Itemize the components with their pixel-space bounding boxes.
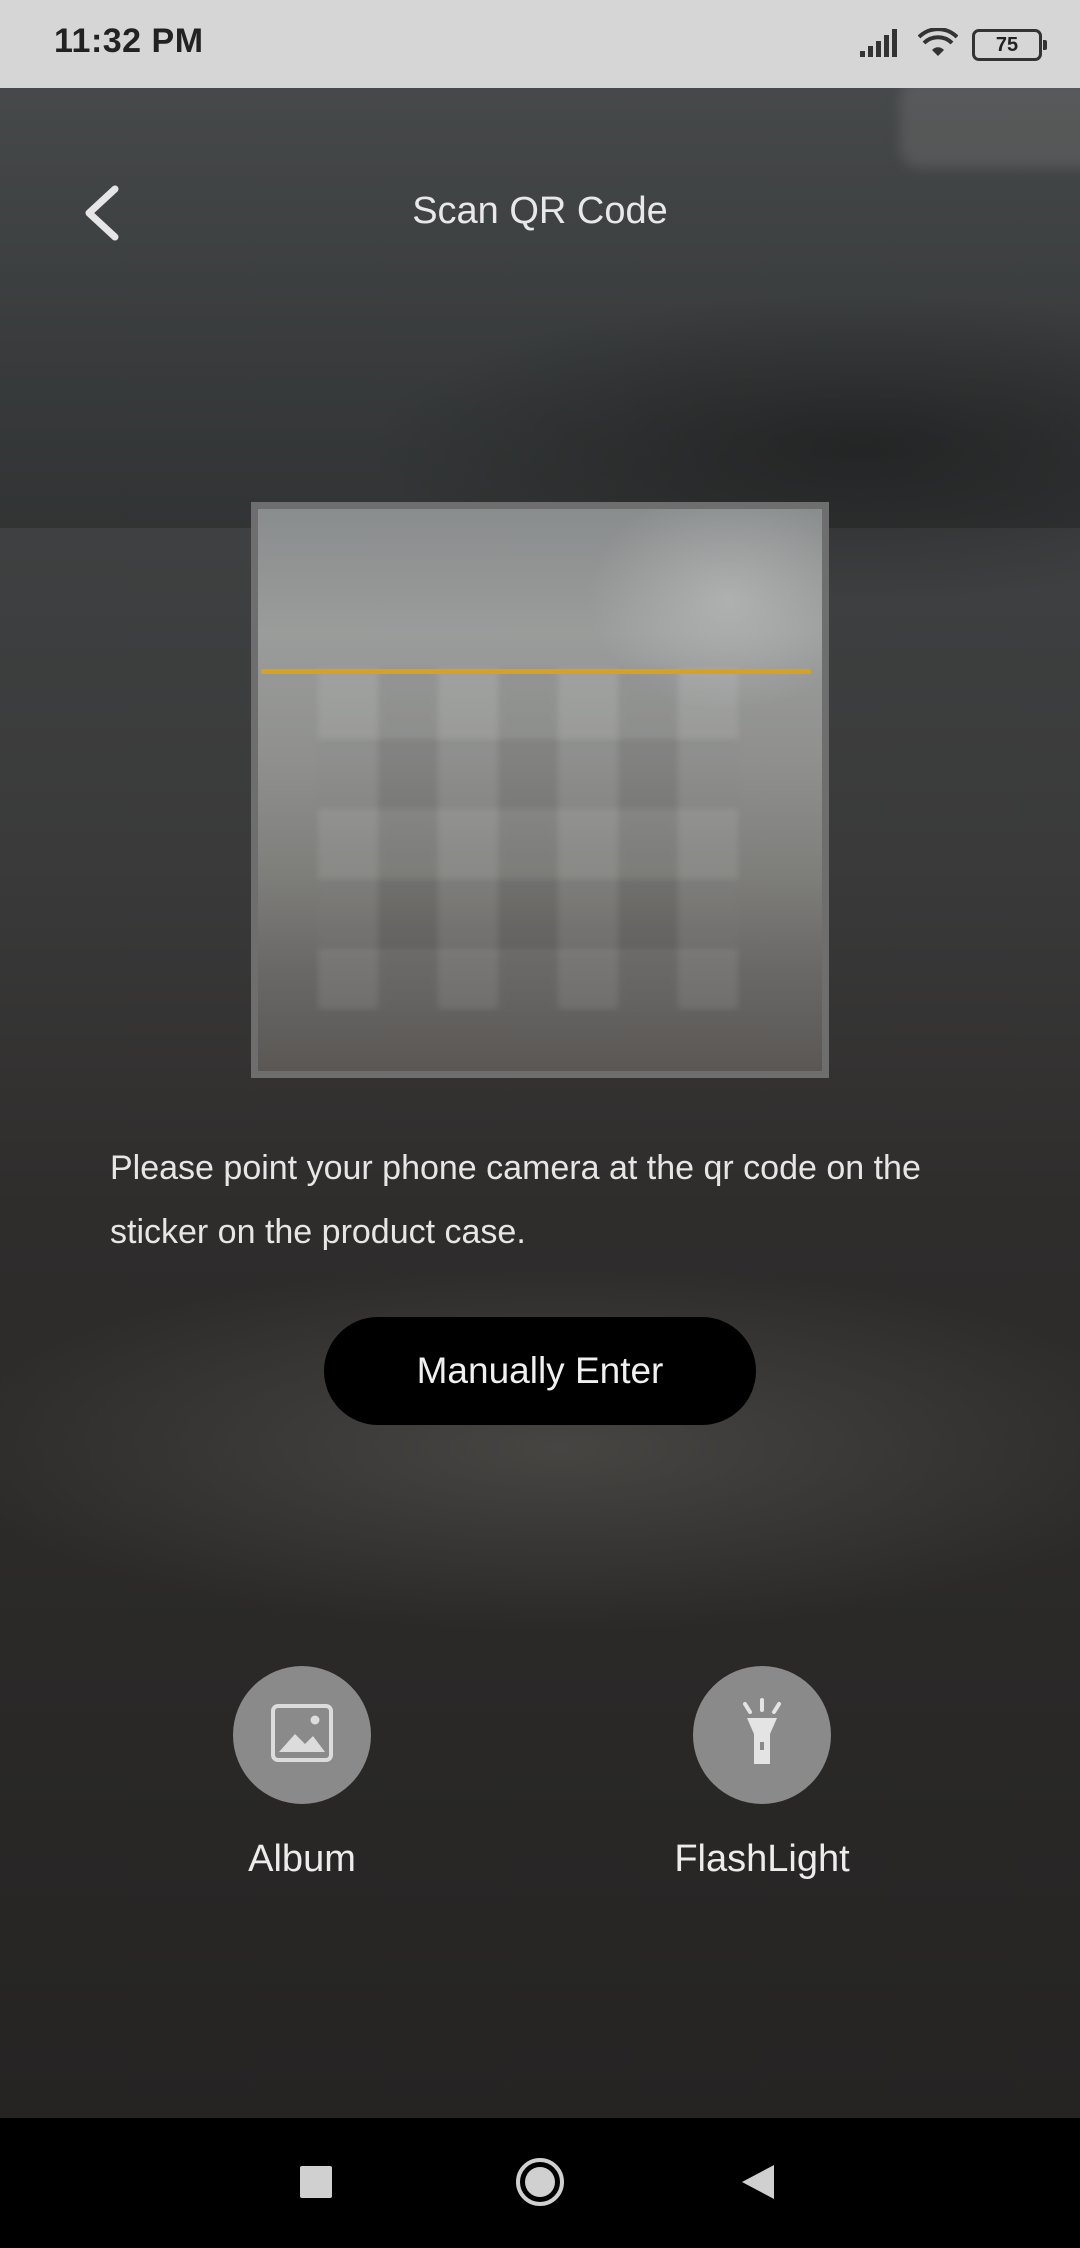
instruction-text: Please point your phone camera at the qr…: [110, 1149, 921, 1251]
manually-enter-button[interactable]: Manually Enter: [324, 1317, 756, 1425]
flashlight-button[interactable]: FlashLight: [612, 1666, 912, 1881]
back-icon: [740, 2163, 776, 2206]
status-icons: 75: [860, 24, 1047, 66]
wifi-icon: [917, 26, 959, 63]
status-bar: 11:32 PM 75: [0, 0, 1080, 88]
battery-indicator: 75: [972, 29, 1047, 61]
navigation-bar: [0, 2118, 1080, 2248]
page-title: Scan QR Code: [412, 190, 668, 232]
system-back-button[interactable]: [726, 2152, 790, 2216]
recent-apps-button[interactable]: [284, 2152, 348, 2216]
flashlight-circle[interactable]: [693, 1666, 831, 1804]
flashlight-icon: [735, 1697, 789, 1773]
album-circle[interactable]: [233, 1666, 371, 1804]
album-button[interactable]: Album: [152, 1666, 452, 1881]
album-label: Album: [248, 1838, 356, 1880]
status-time: 11:32 PM: [54, 22, 204, 60]
signal-icon: [860, 28, 904, 62]
home-icon: [514, 2156, 566, 2213]
recent-apps-icon: [299, 2165, 333, 2204]
scan-frame: [251, 502, 829, 1078]
image-icon: [271, 1703, 333, 1767]
flashlight-label: FlashLight: [674, 1838, 850, 1880]
home-button[interactable]: [508, 2152, 572, 2216]
scan-line: [261, 669, 811, 674]
